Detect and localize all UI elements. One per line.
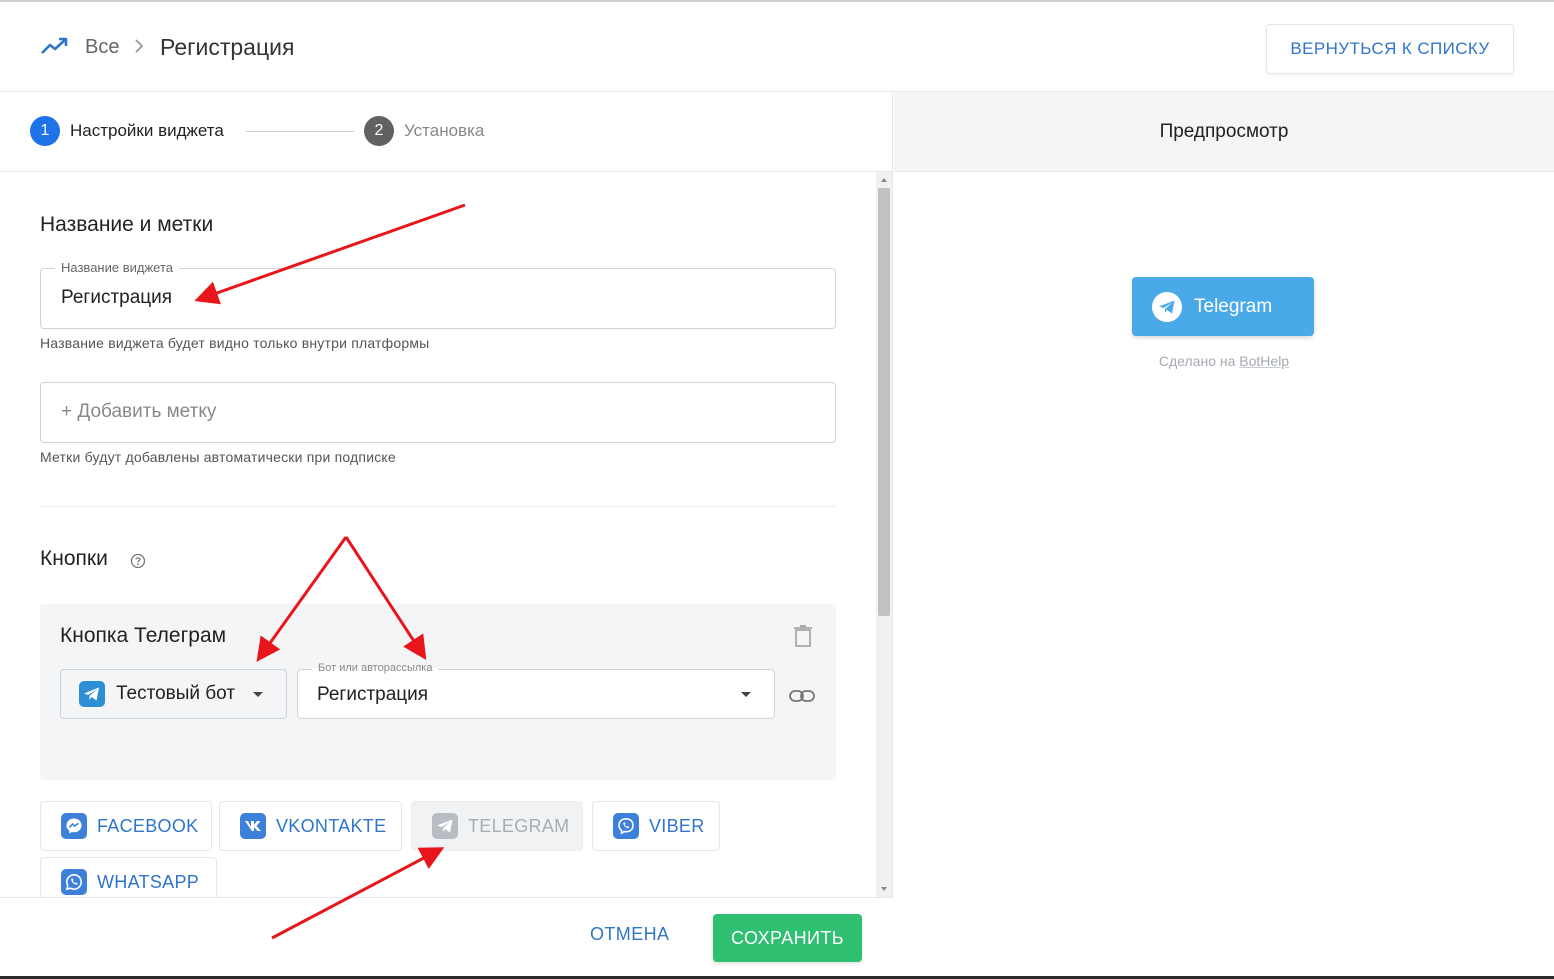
page-title: Регистрация [160, 34, 295, 60]
stepper: 1 Настройки виджета 2 Установка [0, 92, 893, 172]
messenger-icon [61, 813, 87, 839]
top-bar: Все Регистрация ВЕРНУТЬСЯ К СПИСКУ [0, 0, 1554, 92]
whatsapp-label: WHATSAPP [97, 871, 200, 892]
link-icon[interactable] [788, 688, 816, 704]
flow-select[interactable]: Бот или авторассылка Регистрация [297, 662, 775, 719]
add-telegram-button[interactable]: TELEGRAM [411, 801, 583, 851]
caret-down-icon[interactable] [253, 692, 263, 697]
telegram-icon [432, 813, 458, 839]
buttons-section-title: Кнопки [40, 547, 108, 570]
step-1-label[interactable]: Настройки виджета [70, 121, 224, 141]
made-by-text: Сделано на BotHelp [894, 353, 1554, 369]
vertical-scrollbar[interactable] [876, 172, 892, 897]
bothelp-link[interactable]: BotHelp [1239, 353, 1289, 369]
preview-header: Предпросмотр [894, 92, 1554, 172]
vkontakte-label: VKONTAKTE [276, 815, 387, 836]
step-2-label[interactable]: Установка [404, 121, 484, 141]
settings-panel: 1 Настройки виджета 2 Установка Название… [0, 92, 893, 979]
add-viber-button[interactable]: VIBER [592, 801, 720, 851]
form-footer: ОТМЕНА СОХРАНИТЬ [0, 897, 893, 979]
add-tag-placeholder[interactable]: + Добавить метку [61, 401, 216, 423]
vk-icon [240, 813, 266, 839]
add-facebook-button[interactable]: FACEBOOK [40, 801, 212, 851]
widget-name-helper: Название виджета будет видно только внут… [40, 335, 430, 351]
help-icon[interactable] [130, 553, 146, 569]
bot-select[interactable]: Тестовый бот [60, 669, 287, 719]
scroll-down-arrow-icon[interactable] [881, 887, 887, 891]
telegram-icon [1152, 291, 1182, 322]
step-connector [246, 131, 354, 132]
settings-scroll-area: Название и метки Название виджета Регист… [0, 172, 893, 897]
step-1-number[interactable]: 1 [30, 116, 60, 146]
widget-name-value[interactable]: Регистрация [61, 287, 172, 309]
chevron-right-icon [135, 39, 144, 53]
viber-label: VIBER [649, 815, 705, 836]
telegram-button-card-title: Кнопка Телеграм [60, 624, 227, 647]
tag-helper: Метки будут добавлены автоматически при … [40, 449, 396, 465]
back-to-list-button[interactable]: ВЕРНУТЬСЯ К СПИСКУ [1266, 24, 1514, 74]
name-section-title: Название и метки [40, 213, 214, 236]
preview-panel: Предпросмотр Telegram Сделано на BotHelp [894, 92, 1554, 979]
whatsapp-icon [61, 869, 87, 895]
flow-select-legend: Бот или авторассылка [312, 662, 439, 674]
add-vkontakte-button[interactable]: VKONTAKTE [219, 801, 402, 851]
trash-icon[interactable] [792, 624, 814, 648]
save-button[interactable]: СОХРАНИТЬ [713, 914, 862, 962]
viber-icon [613, 813, 639, 839]
scrollbar-thumb[interactable] [878, 188, 890, 616]
facebook-label: FACEBOOK [97, 815, 199, 836]
add-tag-field[interactable]: + Добавить метку [40, 382, 836, 443]
made-by-prefix: Сделано на [1158, 353, 1236, 369]
breadcrumb-root-link[interactable]: Все [85, 36, 119, 59]
cancel-button[interactable]: ОТМЕНА [590, 924, 669, 954]
widget-name-field[interactable]: Название виджета Регистрация [40, 260, 836, 329]
telegram-button-card: Кнопка Телеграм Тестовый бот Бот или авт… [40, 604, 836, 780]
bot-select-value[interactable]: Тестовый бот [116, 683, 235, 705]
add-whatsapp-button[interactable]: WHATSAPP [40, 857, 217, 897]
flow-select-value[interactable]: Регистрация [317, 684, 428, 706]
caret-down-icon[interactable] [741, 692, 751, 697]
scroll-up-arrow-icon[interactable] [881, 178, 887, 182]
telegram-preview-button[interactable]: Telegram [1132, 277, 1314, 336]
section-divider [40, 506, 836, 507]
telegram-icon [79, 681, 105, 707]
widget-name-legend: Название виджета [55, 260, 179, 275]
trending-up-icon[interactable] [40, 36, 70, 56]
telegram-label: TELEGRAM [468, 815, 570, 836]
preview-title: Предпросмотр [1159, 121, 1289, 142]
telegram-preview-label: Telegram [1194, 295, 1273, 317]
step-2-number[interactable]: 2 [364, 116, 394, 146]
